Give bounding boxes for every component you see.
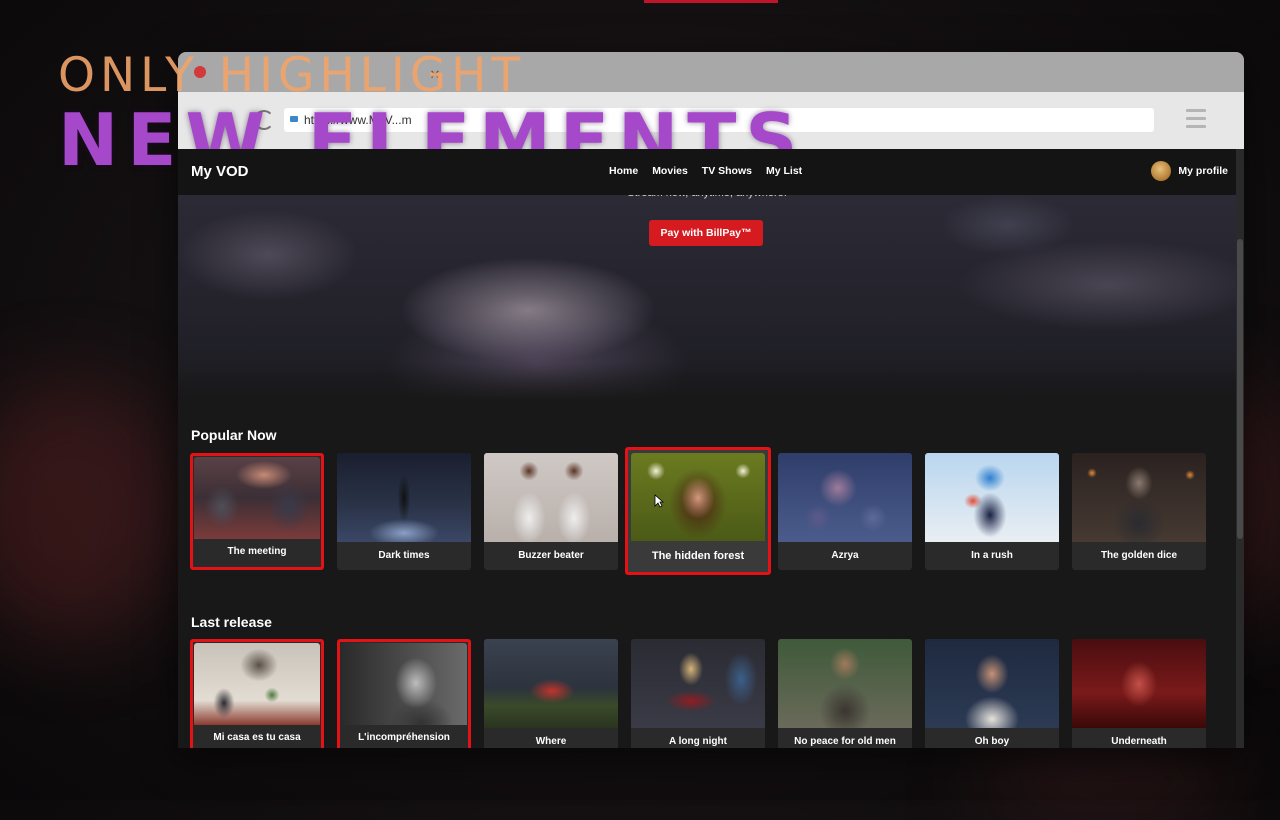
thumbnail (631, 639, 765, 728)
card-underneath[interactable]: Underneath (1072, 639, 1206, 748)
hero-fade (178, 362, 1236, 402)
card-label: Mi casa es tu casa (213, 732, 301, 743)
card-label: Where (535, 736, 567, 747)
card-the-golden-dice[interactable]: The golden dice (1072, 453, 1206, 570)
card-azrya[interactable]: Azrya (778, 453, 912, 570)
thumbnail (194, 457, 320, 539)
thumbnail (778, 453, 912, 542)
thumbnail (925, 453, 1059, 542)
card-a-long-night[interactable]: A long night (631, 639, 765, 748)
card-label: Azrya (831, 550, 859, 561)
nav-movies[interactable]: Movies (652, 165, 688, 177)
site-navbar: My VOD Home Movies TV Shows My List My p… (178, 149, 1236, 195)
row-popular-now: The meeting Dark times Buzzer beater The… (190, 447, 1206, 575)
card-oh-boy[interactable]: Oh boy (925, 639, 1059, 748)
profile-menu[interactable]: My profile (1151, 161, 1228, 181)
nav-links: Home Movies TV Shows My List (609, 165, 802, 177)
card-the-hidden-forest[interactable]: The hidden forest (625, 447, 771, 575)
card-label: The meeting (227, 546, 287, 557)
thumbnail (194, 643, 320, 725)
row-last-release: Mi casa es tu casa L'incompréhension Whe… (190, 639, 1206, 748)
nav-my-list[interactable]: My List (766, 165, 802, 177)
site-brand[interactable]: My VOD (191, 163, 249, 180)
caption-only-highlight: ONLY HIGHLIGHT (58, 48, 526, 103)
card-label: L'incompréhension (358, 732, 450, 743)
thumbnail (341, 643, 467, 725)
thumbnail (484, 453, 618, 542)
card-label: A long night (669, 736, 727, 747)
thumbnail (631, 453, 765, 541)
thumbnail (1072, 453, 1206, 542)
card-label: In a rush (971, 550, 1013, 561)
card-the-meeting[interactable]: The meeting (190, 453, 324, 570)
card-label: Oh boy (974, 736, 1010, 747)
card-label: Underneath (1111, 736, 1167, 747)
pay-with-billpay-button[interactable]: Pay with BillPay™ (649, 220, 763, 246)
thumbnail (1072, 639, 1206, 728)
card-lincomprehension[interactable]: L'incompréhension (337, 639, 471, 748)
card-label: The golden dice (1100, 550, 1178, 561)
background-glow-left (0, 380, 180, 640)
card-label: Buzzer beater (518, 550, 584, 561)
card-in-a-rush[interactable]: In a rush (925, 453, 1059, 570)
hamburger-menu-icon[interactable] (1186, 109, 1206, 131)
thumbnail (778, 639, 912, 728)
card-where[interactable]: Where (484, 639, 618, 748)
nav-tv-shows[interactable]: TV Shows (702, 165, 752, 177)
vod-site: My VOD Home Movies TV Shows My List My p… (178, 149, 1236, 748)
hero-banner: Stream now, anytime, anywhere. Pay with … (178, 187, 1236, 402)
thumbnail (337, 453, 471, 542)
profile-label[interactable]: My profile (1178, 165, 1228, 177)
browser-window: ✕ https://www.MyV...m My VOD Home Movies… (178, 52, 1244, 748)
card-no-peace-for-old-men[interactable]: No peace for old men (778, 639, 912, 748)
page-scrollbar[interactable] (1236, 149, 1244, 748)
avatar[interactable] (1151, 161, 1172, 181)
card-label: The hidden forest (651, 550, 745, 562)
scrollbar-thumb[interactable] (1237, 239, 1243, 539)
card-label: No peace for old men (794, 736, 896, 747)
card-label: Dark times (378, 550, 430, 561)
thumbnail (925, 639, 1059, 728)
section-title-popular-now: Popular Now (191, 427, 277, 443)
thumbnail (484, 639, 618, 728)
background-glow-bottom (980, 740, 1240, 820)
card-mi-casa-es-tu-casa[interactable]: Mi casa es tu casa (190, 639, 324, 748)
nav-home[interactable]: Home (609, 165, 638, 177)
top-accent-bar (644, 0, 778, 3)
card-dark-times[interactable]: Dark times (337, 453, 471, 570)
card-buzzer-beater[interactable]: Buzzer beater (484, 453, 618, 570)
section-title-last-release: Last release (191, 614, 272, 630)
mouse-cursor-icon (654, 494, 664, 508)
